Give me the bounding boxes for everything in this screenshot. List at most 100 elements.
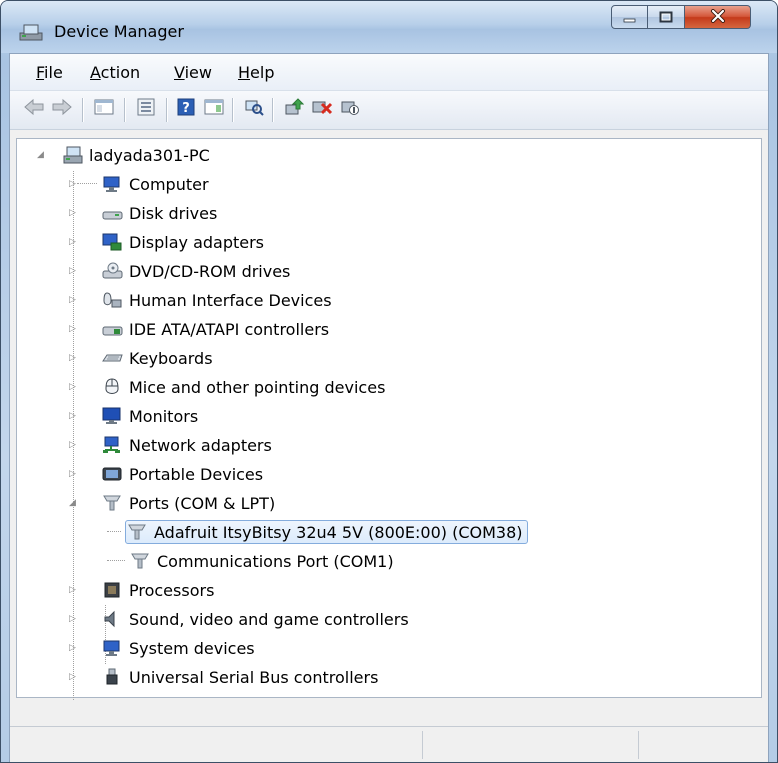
- expand-toggle[interactable]: ▷: [69, 353, 77, 363]
- help-button[interactable]: ?: [174, 97, 198, 121]
- toolbar-separator: [124, 98, 126, 122]
- tree-root-node[interactable]: ladyada301-PC: [61, 144, 210, 166]
- title-bar[interactable]: Device Manager: [1, 1, 777, 53]
- tree-item-portable-devices[interactable]: Portable Devices: [101, 463, 263, 485]
- forward-button[interactable]: [50, 97, 74, 121]
- expand-toggle[interactable]: ▷: [69, 469, 77, 479]
- expand-toggle[interactable]: ▷: [69, 672, 77, 682]
- expand-toggle[interactable]: ▷: [69, 382, 77, 392]
- menu-action[interactable]: Action: [90, 63, 140, 82]
- tree-item-mice[interactable]: Mice and other pointing devices: [101, 376, 385, 398]
- tree-item-monitors[interactable]: Monitors: [101, 405, 198, 427]
- scan-hardware-button[interactable]: [242, 97, 266, 121]
- menu-help[interactable]: Help: [238, 63, 274, 82]
- network-adapter-icon: [101, 435, 123, 455]
- tree-item-label: Keyboards: [129, 348, 213, 368]
- tree-connector: [77, 183, 97, 184]
- back-button[interactable]: [22, 97, 46, 121]
- uninstall-button[interactable]: [310, 97, 334, 121]
- tree-item-network-adapters[interactable]: Network adapters: [101, 434, 272, 456]
- mouse-icon: [101, 377, 123, 397]
- tree-item-label: Monitors: [129, 406, 199, 426]
- tree-item-ide-controllers[interactable]: IDE ATA/ATAPI controllers: [101, 318, 329, 340]
- uninstall-icon: [311, 98, 333, 120]
- status-divider: [638, 731, 639, 759]
- scan-hardware-icon: [244, 98, 264, 120]
- tree-item-system-devices[interactable]: System devices: [101, 637, 255, 659]
- tree-item-computer[interactable]: Computer: [101, 173, 209, 195]
- tree-connector: [107, 531, 121, 532]
- expand-toggle[interactable]: ▷: [69, 266, 77, 276]
- client-area: File Action View Help ? ◢ ladyada301-PC …: [9, 53, 769, 762]
- tree-item-processors[interactable]: Processors: [101, 579, 214, 601]
- update-driver-button[interactable]: [282, 97, 306, 121]
- expand-toggle[interactable]: ▷: [69, 411, 77, 421]
- maximize-button[interactable]: [648, 5, 685, 29]
- disable-button[interactable]: [338, 97, 362, 121]
- toolbar-separator: [82, 98, 84, 122]
- computer-root-icon: [61, 145, 83, 165]
- show-hide-console-tree-icon: [94, 98, 114, 120]
- tree-item-label: System devices: [129, 638, 255, 658]
- help-icon: ?: [176, 98, 196, 120]
- computer-icon: [101, 174, 123, 194]
- svg-text:?: ?: [182, 101, 190, 116]
- device-manager-window: Device Manager File Action View Help ? ◢…: [0, 0, 778, 763]
- back-icon: [23, 98, 45, 120]
- tree-item-dvd-drives[interactable]: DVD/CD-ROM drives: [101, 260, 290, 282]
- menu-action-label: ction: [100, 63, 141, 82]
- expand-toggle[interactable]: ▷: [69, 179, 77, 189]
- processor-icon: [101, 580, 123, 600]
- menu-file[interactable]: File: [36, 63, 63, 82]
- tree-item-label: Display adapters: [129, 232, 265, 252]
- collapse-toggle[interactable]: ◢: [37, 150, 45, 160]
- hid-icon: [101, 290, 123, 310]
- tree-item-label: Sound, video and game controllers: [129, 609, 409, 629]
- tree-item-display-adapters[interactable]: Display adapters: [101, 231, 264, 253]
- update-driver-icon: [284, 98, 305, 120]
- menu-help-mnemonic: H: [238, 63, 251, 82]
- expand-toggle[interactable]: ▷: [69, 440, 77, 450]
- caption-buttons: [611, 5, 751, 31]
- expand-toggle[interactable]: ▷: [69, 643, 77, 653]
- close-button[interactable]: [685, 5, 751, 29]
- tree-item-label: Ports (COM & LPT): [129, 493, 276, 513]
- tree-item-label: Adafruit ItsyBitsy 32u4 5V (800E:00) (CO…: [154, 522, 523, 542]
- minimize-button[interactable]: [611, 5, 648, 29]
- expand-toggle[interactable]: ▷: [69, 614, 77, 624]
- expand-toggle[interactable]: ▷: [69, 208, 77, 218]
- tree-item-usb-controllers[interactable]: Universal Serial Bus controllers: [101, 666, 378, 688]
- tree-item-communications-port[interactable]: Communications Port (COM1): [129, 550, 394, 572]
- collapse-toggle[interactable]: ◢: [69, 498, 77, 508]
- tree-item-sound-controllers[interactable]: Sound, video and game controllers: [101, 608, 409, 630]
- show-hide-console-tree-button[interactable]: [92, 97, 116, 121]
- expand-toggle[interactable]: ▷: [69, 295, 77, 305]
- show-hide-action-pane-button[interactable]: [202, 97, 226, 121]
- device-manager-icon: [19, 23, 43, 41]
- portable-device-icon: [101, 464, 123, 484]
- tree-item-disk-drives[interactable]: Disk drives: [101, 202, 217, 224]
- tree-item-label: Processors: [129, 580, 215, 600]
- close-icon: [710, 8, 726, 27]
- tree-item-label: Universal Serial Bus controllers: [129, 667, 379, 687]
- expand-toggle[interactable]: ▷: [69, 585, 77, 595]
- tree-item-adafruit-itsybitsy[interactable]: Adafruit ItsyBitsy 32u4 5V (800E:00) (CO…: [125, 520, 528, 544]
- tree-item-human-interface-devices[interactable]: Human Interface Devices: [101, 289, 332, 311]
- tree-connector: [107, 560, 125, 561]
- show-hide-action-pane-icon: [204, 98, 224, 120]
- disk-drive-icon: [101, 203, 123, 223]
- tree-item-ports[interactable]: Ports (COM & LPT): [101, 492, 275, 514]
- minimize-icon: [623, 8, 637, 27]
- tree-item-keyboards[interactable]: Keyboards: [101, 347, 213, 369]
- menu-action-mnemonic: A: [90, 63, 101, 82]
- port-icon: [129, 551, 151, 571]
- sound-icon: [101, 609, 123, 629]
- menu-file-mnemonic: F: [36, 63, 45, 82]
- dvd-drive-icon: [101, 261, 123, 281]
- toolbar-separator: [272, 98, 274, 122]
- menu-view[interactable]: View: [174, 63, 212, 82]
- expand-toggle[interactable]: ▷: [69, 237, 77, 247]
- expand-toggle[interactable]: ▷: [69, 324, 77, 334]
- properties-button[interactable]: [134, 97, 158, 121]
- device-tree[interactable]: ◢ ladyada301-PC ▷ Computer ▷ Disk drives…: [16, 138, 762, 700]
